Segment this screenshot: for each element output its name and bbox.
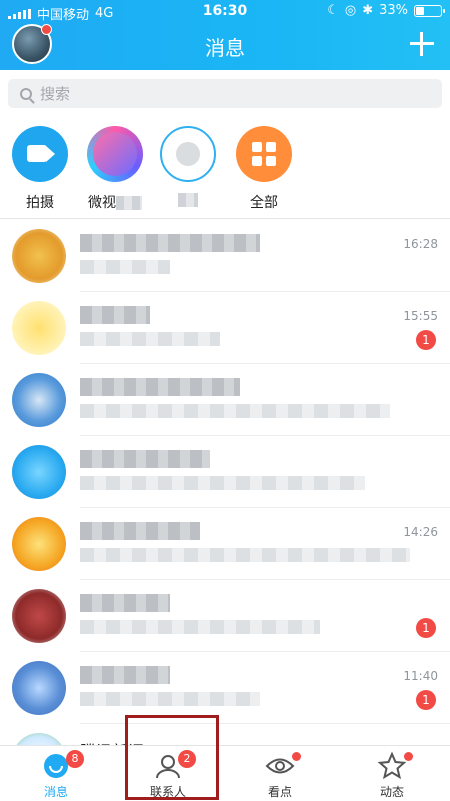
conversation-list: 16:28 15:55 1 14:26 1 1 1:40 1 [0,220,450,754]
list-item[interactable]: 15:55 1 [0,292,450,364]
tab-badge: 8 [66,750,84,768]
quick-action-camera[interactable]: 拍摄 [0,118,80,212]
avatar [12,301,66,355]
lock-rotation-icon: ◎ [344,3,357,18]
quick-action-all[interactable]: 全部 [224,118,304,212]
quick-actions: 拍摄 微视 全部 [0,118,450,214]
tab-label: 动态 [379,785,404,799]
quick-action-label: 微视 [88,195,116,211]
tab-dot [404,752,413,761]
quick-action-contact[interactable] [148,118,228,208]
quick-action-label: 拍摄 [26,195,54,211]
tab-messages[interactable]: 8 消息 [0,746,112,801]
conversation-preview [80,476,365,490]
conversation-title [80,306,150,324]
conversation-time: 15:55 [403,309,438,323]
search-icon [20,87,32,100]
unread-badge: 1 [416,690,436,710]
tab-dot [292,752,301,761]
list-item[interactable]: 14:26 [0,508,450,580]
list-item[interactable]: 1 [0,580,450,652]
bluetooth-icon: ✱ [362,3,374,18]
divider [0,218,450,219]
conversation-title [80,450,210,468]
conversation-title [80,666,170,684]
weishi-icon [87,126,143,182]
conversation-preview [80,332,220,346]
conversation-title [80,378,240,396]
conversation-time: 16:28 [403,237,438,251]
page-title: 消息 [205,36,245,60]
conversation-time: 11:40 [403,669,438,683]
quick-action-label: 全部 [250,195,278,211]
tab-label: 消息 [43,785,68,799]
avatar [12,589,66,643]
status-bar: 中国移动 4G 16:30 ☾ ◎ ✱ 33% [0,0,450,24]
star-icon [377,751,407,780]
list-item[interactable] [0,364,450,436]
search-input[interactable]: 搜索 [8,79,442,108]
conversation-preview [80,692,260,706]
tab-kandian[interactable]: 看点 [224,746,336,801]
avatar [12,445,66,499]
all-apps-icon [236,126,292,182]
list-item[interactable]: 16:28 [0,220,450,292]
avatar [12,517,66,571]
avatar-ring-icon [160,126,216,182]
list-item[interactable]: 11:40 1 [0,652,450,724]
avatar [12,661,66,715]
quick-action-weishi[interactable]: 微视 [75,118,155,212]
unread-badge: 1 [416,330,436,350]
conversation-title [80,522,200,540]
conversation-preview [80,548,410,562]
header-bar: 中国移动 4G 16:30 ☾ ◎ ✱ 33% 消息 [0,0,450,70]
list-item[interactable] [0,436,450,508]
avatar [12,373,66,427]
battery-percent: 33% [379,3,408,18]
search-placeholder: 搜索 [40,85,71,103]
conversation-preview [80,620,320,634]
eye-icon [265,758,295,774]
conversation-preview [80,404,390,418]
conversation-preview [80,260,170,274]
bottom-tab-bar: 8 消息 2 联系人 看点 动态 [0,745,450,801]
tab-label: 看点 [267,785,292,799]
camera-icon [12,126,68,182]
avatar [12,229,66,283]
highlight-box [125,715,219,800]
unread-badge: 1 [416,618,436,638]
battery-icon [414,4,445,17]
add-plus-icon[interactable] [408,30,436,58]
conversation-time: 14:26 [403,525,438,539]
conversation-title [80,594,170,612]
conversation-title [80,234,260,252]
moon-icon: ☾ [327,3,339,18]
tab-dynamics[interactable]: 动态 [336,746,448,801]
